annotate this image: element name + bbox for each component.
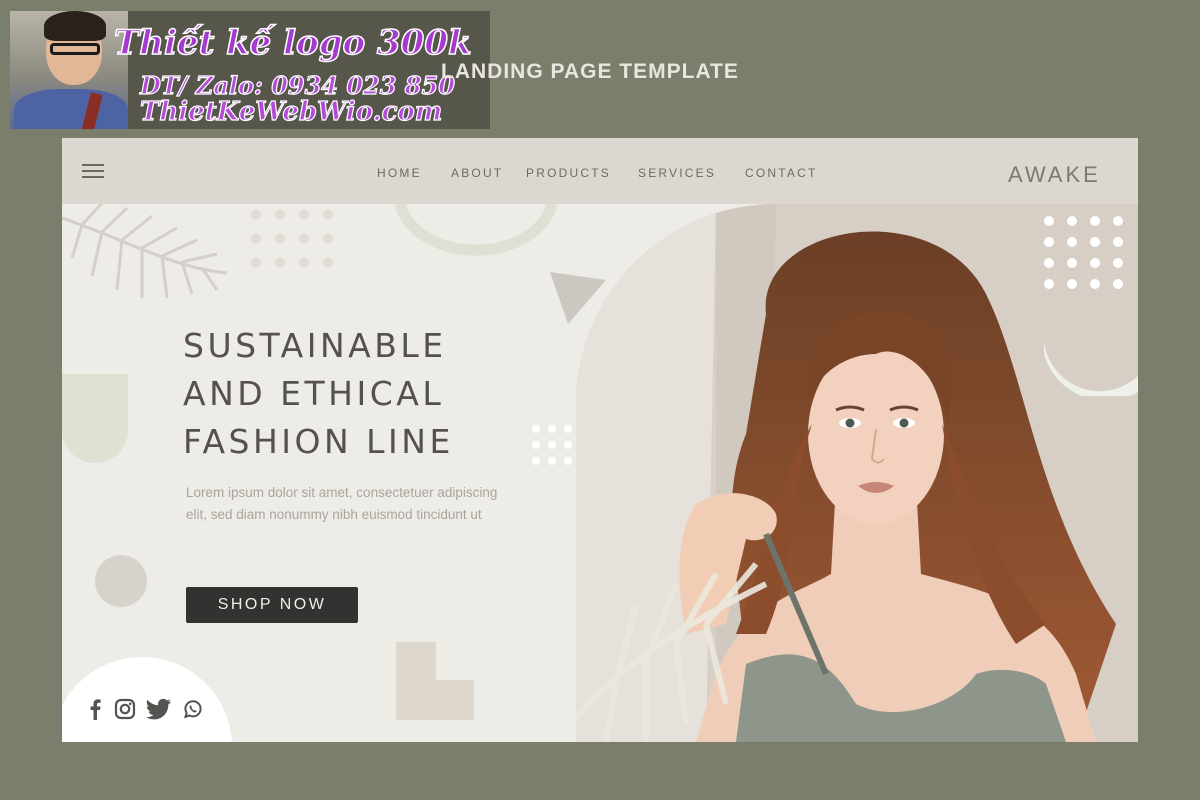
hamburger-icon[interactable] <box>82 164 104 178</box>
watermark-title: Thiết kế logo 300k <box>113 22 472 64</box>
hero-description: Lorem ipsum dolor sit amet, consectetuer… <box>186 485 498 522</box>
social-links <box>86 698 204 720</box>
instagram-icon[interactable] <box>114 698 136 720</box>
dot-grid-right <box>1044 216 1136 300</box>
watermark-phone: DT/ Zalo: 0934 023 850 <box>139 70 455 100</box>
facebook-icon[interactable] <box>86 698 104 720</box>
nav-contact[interactable]: CONTACT <box>745 166 818 180</box>
arch-decoration <box>62 374 128 463</box>
nav-products[interactable]: PRODUCTS <box>526 166 611 180</box>
hero-title-line-1: SUSTAINABLE <box>183 326 447 365</box>
whatsapp-icon[interactable] <box>182 698 204 720</box>
nav-about[interactable]: ABOUT <box>451 166 503 180</box>
landing-page-card: HOME ABOUT PRODUCTS SERVICES CONTACT AWA… <box>62 138 1138 742</box>
shop-now-button[interactable]: SHOP NOW <box>186 587 358 623</box>
top-navigation-bar: HOME ABOUT PRODUCTS SERVICES CONTACT AWA… <box>62 138 1138 204</box>
nav-home[interactable]: HOME <box>377 166 422 180</box>
half-ring-decoration <box>394 202 558 256</box>
brand-logo[interactable]: AWAKE <box>1008 162 1101 188</box>
watermark-website: ThietKeWebWio.com <box>139 96 443 127</box>
dot-grid-top <box>251 210 347 282</box>
watermark-avatar <box>10 11 128 129</box>
palm-leaf-decoration <box>62 201 228 299</box>
crescent-decoration <box>1044 340 1138 396</box>
hero-title-line-2: AND ETHICAL <box>183 374 445 413</box>
hero-title-line-3: FASHION LINE <box>183 422 454 461</box>
watermark-banner: Thiết kế logo 300k DT/ Zalo: 0934 023 85… <box>10 11 490 129</box>
page-heading: LANDING PAGE TEMPLATE <box>441 60 739 83</box>
hero-title: SUSTAINABLE AND ETHICAL FASHION LINE <box>183 322 454 466</box>
circle-decoration <box>95 555 147 607</box>
twitter-icon[interactable] <box>146 698 172 720</box>
l-shape-decoration <box>396 642 474 720</box>
nav-services[interactable]: SERVICES <box>638 166 716 180</box>
